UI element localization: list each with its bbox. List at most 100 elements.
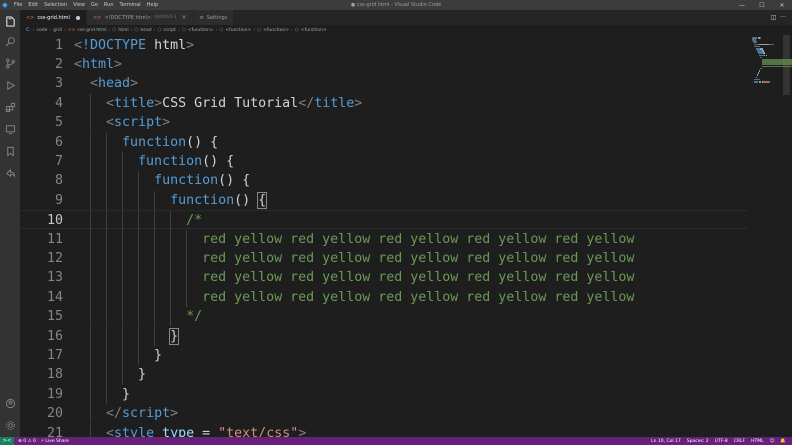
tab-untitled[interactable]: <> <!DOCTYPE html> Untitled-1 × [86,10,194,25]
code-line[interactable]: 14 red yellow red yellow red yellow red … [20,287,748,308]
code-token: < [74,37,83,53]
code-token: style [114,425,155,438]
code-token: > [162,115,171,131]
code-line[interactable]: 20 </script> [20,404,748,424]
line-ending[interactable]: CRLF [734,439,745,444]
remote-indicator[interactable]: >< [0,437,14,445]
code-line[interactable]: 1 <!DOCTYPE html> [20,36,748,55]
breadcrumb-item[interactable]: head [140,28,151,33]
cursor-position[interactable]: Ln 10, Col 17 [651,439,681,444]
menu-terminal[interactable]: Terminal [120,2,141,8]
feedback-icon[interactable]: ☺ [770,439,775,444]
minimap[interactable] [748,35,792,437]
code-line[interactable]: 11 red yellow red yellow red yellow red … [20,229,748,249]
remote-explorer-icon[interactable] [0,120,20,138]
status-bar: >< ⊗ 0 ⚠ 0 ⚡ Live Share Ln 10, Col 17 Sp… [0,437,792,445]
breadcrumb-item[interactable]: html [118,28,128,33]
code-text: red yellow red yellow red yellow red yel… [74,249,634,268]
live-share-status[interactable]: ⚡ Live Share [41,439,69,444]
vertical-scrollbar[interactable] [782,35,792,437]
code-text: function() { [74,133,218,152]
menu-run[interactable]: Run [104,2,114,8]
line-number: 7 [54,153,63,169]
code-text: */ [74,307,202,326]
encoding[interactable]: UTF-8 [715,439,728,444]
code-line[interactable]: 13 red yellow red yellow red yellow red … [20,268,748,288]
code-line[interactable]: 5 <script> [20,113,748,133]
code-line[interactable]: 3 <head> [20,74,748,93]
menu-help[interactable]: Help [147,2,158,8]
code-line[interactable]: 10 /* [20,210,748,231]
tab-settings[interactable]: ≡ Settings [193,10,235,25]
account-icon[interactable] [0,394,20,412]
close-tab-icon[interactable]: × [182,14,187,21]
extensions-icon[interactable] [0,98,20,116]
line-number: 12 [46,250,63,266]
code-line[interactable]: 16 } [20,326,748,346]
code-line[interactable]: 6 function() { [20,132,748,152]
bookmark-icon[interactable] [0,142,20,160]
unsaved-dot-icon[interactable] [75,15,80,20]
menu-file[interactable]: File [14,2,22,8]
menu-go[interactable]: Go [91,2,98,8]
tab-css-grid-html[interactable]: <> css-grid.html [20,10,87,25]
breadcrumb-item[interactable]: grid [53,28,62,33]
manage-gear-icon[interactable] [0,416,20,434]
close-window-icon[interactable]: ✕ [772,0,792,10]
code-line[interactable]: 4 <title>CSS Grid Tutorial</title> [20,93,748,114]
code-token: > [298,425,307,438]
problems-count[interactable]: ⊗ 0 ⚠ 0 [18,439,36,444]
code-editor[interactable]: 1 <!DOCTYPE html> 2 <html> 3 <head> 4 <title>… [20,35,748,437]
code-line[interactable]: 8 function() { [20,171,748,191]
activity-bar [0,10,20,437]
code-line[interactable]: 9 function() { [20,190,748,211]
breadcrumb-item[interactable]: script [163,28,176,33]
notifications-bell-icon[interactable]: 🔔 [780,439,786,444]
code-line[interactable]: 12 red yellow red yellow red yellow red … [20,248,748,269]
code-token: type [162,425,195,438]
code-line[interactable]: 2 <html> [20,55,748,74]
breadcrumb-item[interactable]: <function> [263,28,289,33]
explorer-icon[interactable] [0,12,20,30]
split-editor-icon[interactable]: ◫ [771,14,777,21]
menu-selection[interactable]: Selection [44,2,67,8]
menu-edit[interactable]: Edit [28,2,38,8]
live-share-icon[interactable] [0,164,20,182]
code-line[interactable]: 7 function() { [20,151,748,172]
more-actions-icon[interactable]: ··· [780,14,786,21]
maximize-icon[interactable]: ☐ [752,0,772,10]
code-line[interactable]: 15 */ [20,307,748,327]
breadcrumb-item[interactable]: <function> [301,28,327,33]
breadcrumb-item[interactable]: <function> [188,28,214,33]
code-line[interactable]: 21 <style type = "text/css"> [20,423,748,438]
breadcrumb-item[interactable]: code [36,28,47,33]
code-token: function [170,192,235,208]
breadcrumb-drive[interactable]: C: [26,28,31,33]
source-control-icon[interactable] [0,54,20,72]
code-line[interactable]: 18 } [20,365,748,385]
menu-view[interactable]: View [73,2,85,8]
code-token: < [106,95,115,111]
html-file-icon: <> [26,14,35,21]
indentation[interactable]: Spaces: 2 [687,439,709,444]
breadcrumb-item[interactable]: css-grid.html [77,28,106,33]
search-icon[interactable] [0,32,20,50]
language-mode[interactable]: HTML [751,439,764,444]
code-line[interactable]: 19 } [20,384,748,405]
minimize-icon[interactable]: — [732,0,752,10]
minimap-line [761,65,792,68]
tab-sublabel: Untitled-1 [154,15,177,20]
code-token: > [114,56,123,72]
minimap-line [759,70,761,72]
code-line[interactable]: 17 } [20,345,748,366]
run-debug-icon[interactable] [0,76,20,94]
breadcrumb-item[interactable]: <function> [225,28,251,33]
title-bar: ◆ File Edit Selection View Go Run Termin… [0,0,792,10]
